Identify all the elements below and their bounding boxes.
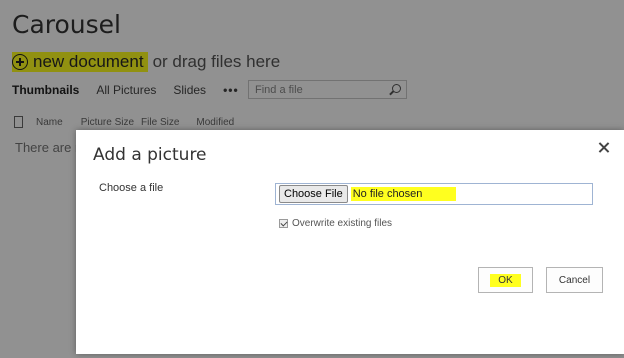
file-input[interactable]: Choose File No file chosen (275, 183, 593, 205)
close-icon[interactable] (597, 141, 611, 155)
ok-button[interactable]: OK (478, 267, 533, 293)
overwrite-checkbox[interactable] (279, 219, 288, 228)
dialog-title: Add a picture (93, 145, 207, 165)
add-picture-dialog: Add a picture Choose a file Choose File … (76, 130, 624, 354)
choose-file-button[interactable]: Choose File (279, 185, 348, 203)
choose-file-label: Choose a file (99, 182, 164, 194)
overwrite-label: Overwrite existing files (292, 218, 393, 229)
cancel-button[interactable]: Cancel (546, 267, 603, 293)
overwrite-row: Overwrite existing files (279, 218, 392, 229)
no-file-chosen-text: No file chosen (350, 187, 457, 201)
ok-label: OK (490, 273, 521, 287)
